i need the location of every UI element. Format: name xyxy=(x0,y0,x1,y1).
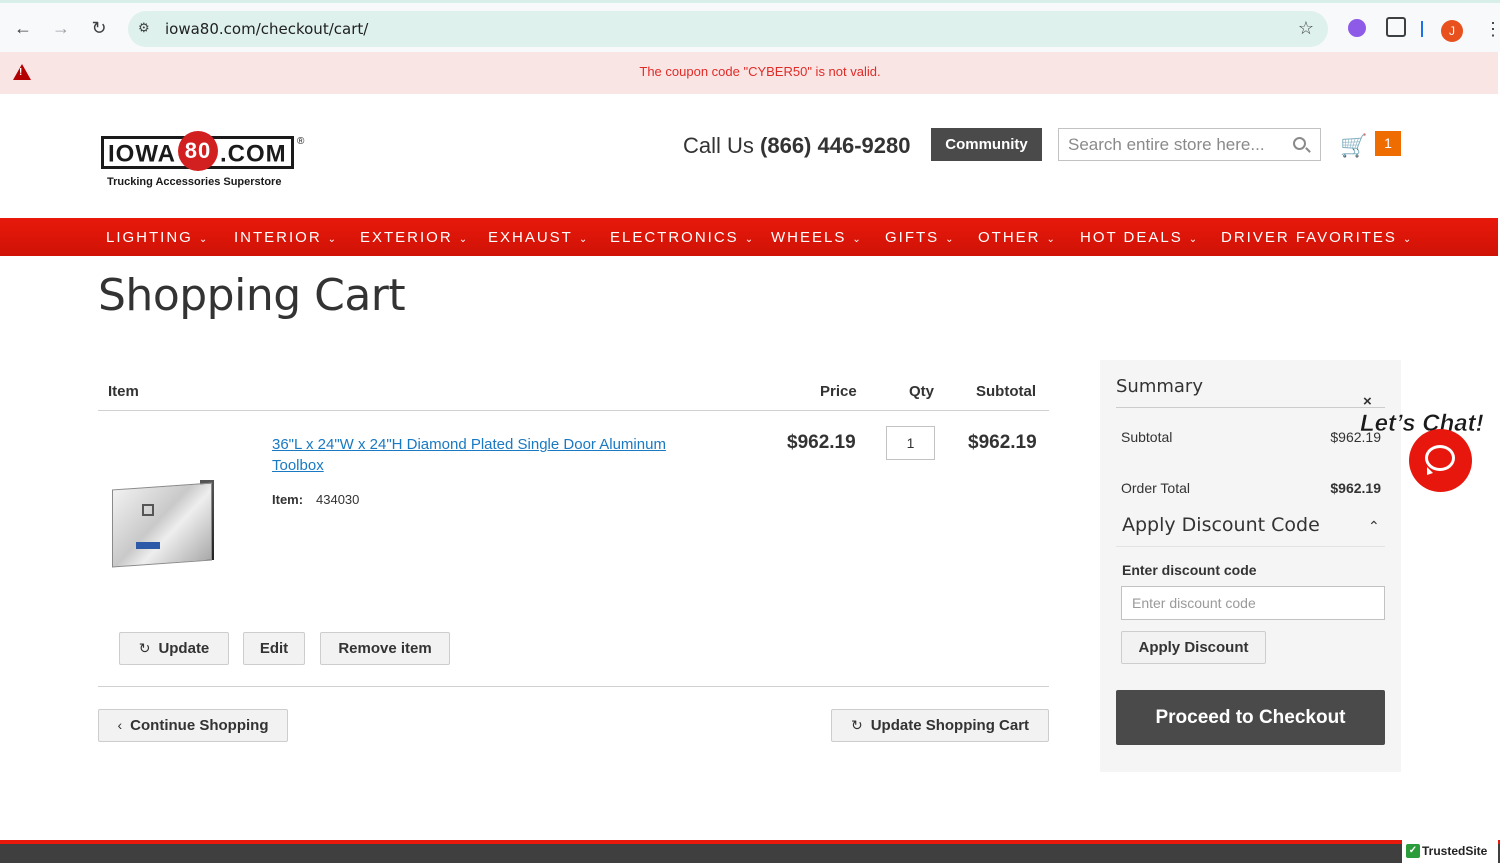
cart-count-badge[interactable]: 1 xyxy=(1375,131,1401,156)
nav-item-wheels[interactable]: WHEELS ⌄ xyxy=(771,229,861,246)
refresh-icon: ↻ xyxy=(850,717,863,733)
remove-item-button[interactable]: Remove item xyxy=(320,632,450,665)
column-header-subtotal: Subtotal xyxy=(976,383,1036,400)
address-bar[interactable]: ⚙ iowa80.com/checkout/cart/ ☆ xyxy=(128,11,1328,47)
item-price: $962.19 xyxy=(787,432,856,453)
continue-shopping-button[interactable]: ‹ Continue Shopping xyxy=(98,709,288,742)
page-title: Shopping Cart xyxy=(98,270,406,321)
check-icon: ✓ xyxy=(1406,844,1420,858)
nav-item-hot-deals[interactable]: HOT DEALS ⌄ xyxy=(1080,229,1197,246)
refresh-icon: ↻ xyxy=(138,640,151,656)
nav-item-interior[interactable]: INTERIOR ⌄ xyxy=(234,229,336,246)
nav-item-electronics[interactable]: ELECTRONICS ⌄ xyxy=(610,229,753,246)
nav-item-exterior[interactable]: EXTERIOR ⌄ xyxy=(360,229,467,246)
chevron-down-icon: ⌄ xyxy=(1188,234,1198,245)
registered-mark: ® xyxy=(297,136,305,147)
url-text[interactable]: iowa80.com/checkout/cart/ xyxy=(165,20,368,38)
order-total-value: $962.19 xyxy=(1330,480,1381,496)
toolbar-divider xyxy=(1421,21,1423,37)
discount-code-input[interactable] xyxy=(1121,586,1385,620)
qty-input[interactable] xyxy=(886,426,935,460)
error-message-bar: ! The coupon code "CYBER50" is not valid… xyxy=(0,52,1498,94)
shopping-cart-icon[interactable]: 🛒 xyxy=(1340,133,1367,159)
chevron-down-icon: ⌄ xyxy=(458,234,468,245)
update-item-button[interactable]: ↻ Update xyxy=(119,632,229,665)
column-header-price: Price xyxy=(820,383,857,400)
reload-icon[interactable]: ↻ xyxy=(88,17,110,39)
summary-subtotal-label: Subtotal xyxy=(1121,429,1173,445)
discount-divider xyxy=(1116,546,1385,547)
update-shopping-cart-button[interactable]: ↻ Update Shopping Cart xyxy=(831,709,1049,742)
chevron-down-icon: ⌄ xyxy=(1046,234,1055,245)
apply-discount-button[interactable]: Apply Discount xyxy=(1121,631,1266,664)
product-name-link[interactable]: 36"L x 24"W x 24"H Diamond Plated Single… xyxy=(272,434,692,476)
trustedsite-badge[interactable]: ✓ TrustedSite xyxy=(1402,840,1498,863)
chevron-down-icon: ⌄ xyxy=(578,234,588,245)
chevron-down-icon: ⌄ xyxy=(852,234,861,245)
table-divider xyxy=(98,686,1049,687)
chevron-down-icon: ⌄ xyxy=(945,234,954,245)
site-logo[interactable]: IOWA 80 .COM ® Trucking Accessories Supers… xyxy=(101,131,311,194)
table-divider xyxy=(98,410,1049,411)
menu-dots-icon[interactable]: ⋮ xyxy=(1484,19,1500,39)
discount-field-label: Enter discount code xyxy=(1122,562,1257,578)
chevron-left-icon: ‹ xyxy=(117,717,123,733)
edit-item-button[interactable]: Edit xyxy=(243,632,305,665)
chat-close-icon[interactable]: × xyxy=(1363,393,1372,410)
summary-title: Summary xyxy=(1116,376,1203,397)
nav-item-lighting[interactable]: LIGHTING ⌄ xyxy=(106,229,207,246)
search-icon[interactable] xyxy=(1293,137,1306,150)
chat-bubble-icon[interactable] xyxy=(1409,429,1472,492)
extension-icon[interactable] xyxy=(1348,19,1366,37)
error-message-text: The coupon code "CYBER50" is not valid. xyxy=(639,64,881,79)
phone-number[interactable]: (866) 446-9280 xyxy=(760,133,910,158)
chevron-up-icon[interactable]: ⌃ xyxy=(1368,518,1380,535)
lock-icon xyxy=(142,504,154,516)
nav-item-other[interactable]: OTHER ⌄ xyxy=(978,229,1055,246)
product-image[interactable] xyxy=(108,478,216,568)
sku-value: 434030 xyxy=(316,492,360,507)
search-input[interactable] xyxy=(1059,129,1289,160)
main-navigation: LIGHTING ⌄ INTERIOR ⌄ EXTERIOR ⌄ EXHAUST ⌄ E… xyxy=(0,218,1498,256)
apply-discount-toggle[interactable]: Apply Discount Code xyxy=(1122,514,1320,536)
footer xyxy=(0,840,1500,863)
call-us: Call Us (866) 446-9280 xyxy=(683,133,911,158)
back-arrow-icon[interactable]: ← xyxy=(12,17,34,39)
logo-tagline: Trucking Accessories Superstore xyxy=(107,176,282,188)
nav-item-driver-favorites[interactable]: DRIVER FAVORITES ⌄ xyxy=(1221,229,1411,246)
column-header-item: Item xyxy=(108,383,139,400)
order-summary: Summary Subtotal $962.19 Order Total $96… xyxy=(1100,360,1401,772)
nav-item-exhaust[interactable]: EXHAUST ⌄ xyxy=(488,229,587,246)
chevron-down-icon: ⌄ xyxy=(1402,234,1412,245)
logo-80-badge: 80 xyxy=(178,131,218,171)
profile-avatar[interactable]: J xyxy=(1441,20,1463,42)
extensions-icon[interactable] xyxy=(1386,17,1406,37)
logo-wordmark: IOWA 80 .COM xyxy=(101,131,294,171)
column-header-qty: Qty xyxy=(909,383,935,400)
chevron-down-icon: ⌄ xyxy=(198,234,208,245)
site-info-icon[interactable]: ⚙ xyxy=(138,20,154,36)
sku-label: Item: xyxy=(272,492,304,507)
nav-item-gifts[interactable]: GIFTS ⌄ xyxy=(885,229,954,246)
summary-divider xyxy=(1116,407,1385,408)
order-total-label: Order Total xyxy=(1121,480,1190,496)
chevron-down-icon: ⌄ xyxy=(327,234,337,245)
forward-arrow-icon[interactable]: → xyxy=(50,17,72,39)
community-button[interactable]: Community xyxy=(931,128,1042,161)
proceed-to-checkout-button[interactable]: Proceed to Checkout xyxy=(1116,690,1385,745)
browser-toolbar: ← → ↻ ⚙ iowa80.com/checkout/cart/ ☆ J ⋮ xyxy=(0,0,1500,52)
bookmark-star-icon[interactable]: ☆ xyxy=(1298,18,1314,39)
chevron-down-icon: ⌄ xyxy=(744,234,754,245)
item-subtotal: $962.19 xyxy=(968,432,1037,453)
search-box[interactable] xyxy=(1058,128,1321,161)
